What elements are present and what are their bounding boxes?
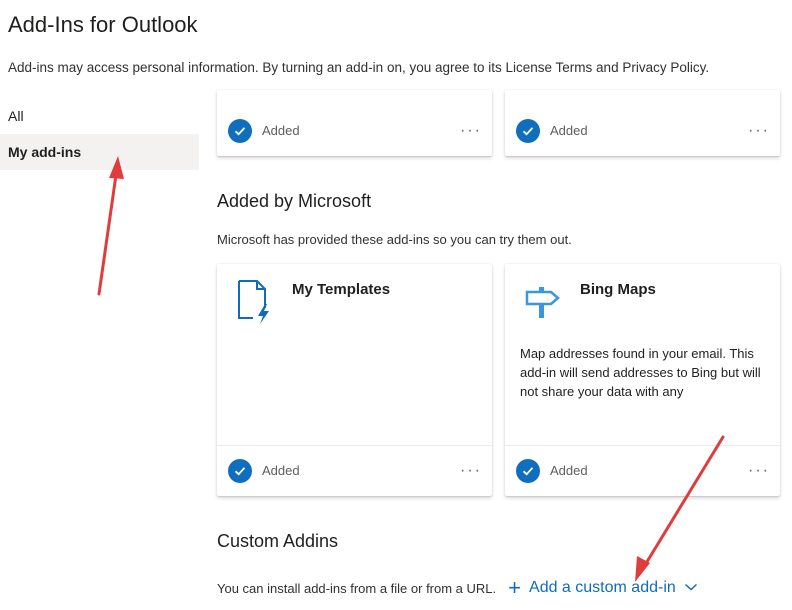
addin-description: Map addresses found in your email. This … [520,346,761,399]
section-description: Microsoft has provided these add-ins so … [217,232,572,247]
add-custom-addin-button[interactable]: + Add a custom add-in [508,575,698,600]
card-footer: Added ··· [217,106,492,156]
added-status: Added [262,463,300,478]
page-title: Add-Ins for Outlook [8,12,198,37]
section-title-custom-addins: Custom Addins [217,531,339,551]
addin-name: My Templates [292,281,391,298]
more-options-icon[interactable]: ··· [460,116,482,146]
checkmark-icon [228,119,252,143]
more-options-icon[interactable]: ··· [460,456,482,486]
addin-card-my-templates[interactable]: My Templates Added ··· [217,264,492,496]
nav-item-all[interactable]: All [0,98,199,134]
sidebar-nav: All My add-ins [0,98,199,170]
add-custom-addin-label: Add a custom add-in [529,579,676,596]
card-footer: Added ··· [505,445,780,496]
addin-name: Bing Maps [580,281,656,298]
more-options-icon[interactable]: ··· [748,116,770,146]
checkmark-icon [516,459,540,483]
card-footer: Added ··· [217,445,492,496]
checkmark-icon [228,459,252,483]
more-options-icon[interactable]: ··· [748,456,770,486]
checkmark-icon [516,119,540,143]
card-footer: Added ··· [505,106,780,156]
plus-icon: + [508,575,522,600]
added-status: Added [550,463,588,478]
page-subtitle: Add-ins may access personal information.… [8,60,710,75]
addin-card: Added ··· [505,90,780,156]
document-lightning-icon [235,278,275,324]
added-status: Added [550,123,588,138]
chevron-down-icon [684,579,698,597]
nav-item-my-add-ins[interactable]: My add-ins [0,134,199,170]
addin-card-bing-maps[interactable]: Bing Maps Map addresses found in your em… [505,264,780,496]
section-title-added-by-microsoft: Added by Microsoft [217,191,372,211]
signpost-icon [523,278,563,322]
custom-addin-row: You can install add-ins from a file or f… [217,575,698,600]
annotation-arrow-icon [97,156,124,296]
custom-section-description: You can install add-ins from a file or f… [217,580,497,596]
addin-card: Added ··· [217,90,492,156]
added-status: Added [262,123,300,138]
